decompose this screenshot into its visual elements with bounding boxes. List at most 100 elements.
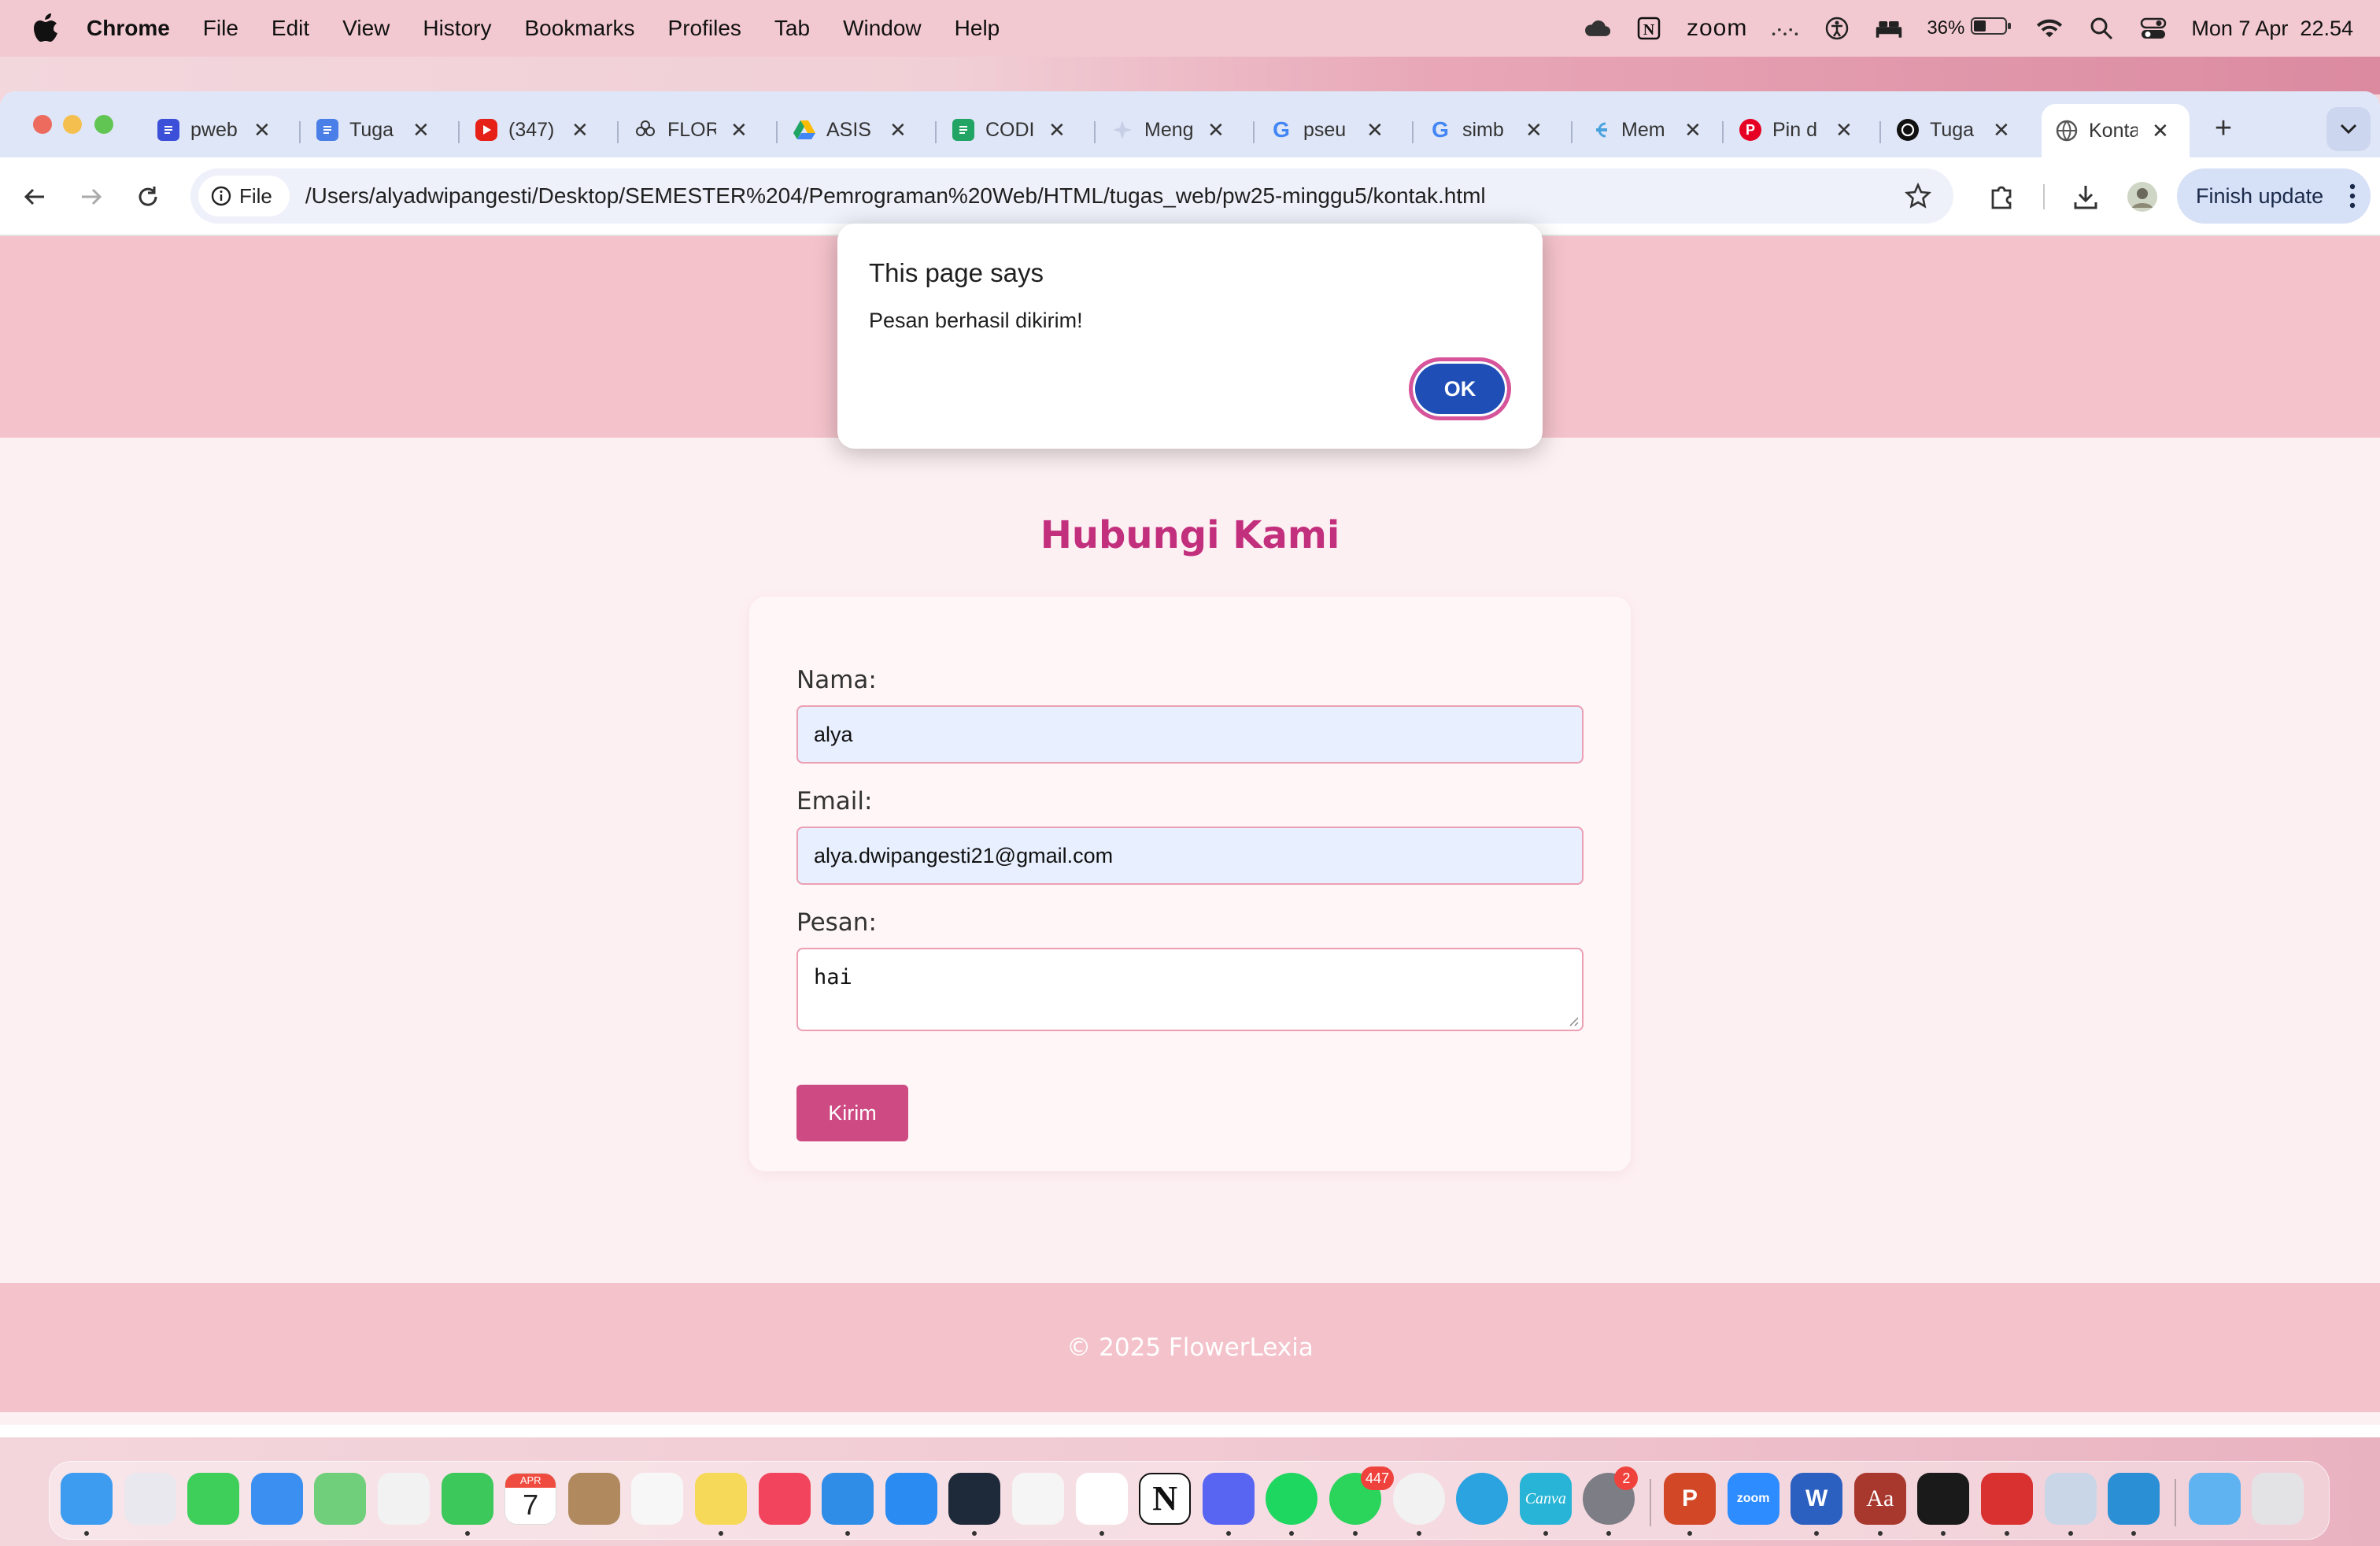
- dock-terminal-icon[interactable]: [1917, 1473, 1970, 1525]
- dock-maps-icon[interactable]: [314, 1473, 367, 1525]
- tab-close-icon[interactable]: ✕: [1835, 118, 1853, 142]
- tab-close-icon[interactable]: ✕: [1207, 118, 1225, 142]
- tab-12[interactable]: Konta ✕: [2042, 104, 2190, 157]
- tab-11[interactable]: Tuga ✕: [1897, 107, 2010, 153]
- bed-icon[interactable]: [1875, 14, 1903, 43]
- url-text[interactable]: /Users/alyadwipangesti/Desktop/SEMESTER%…: [305, 183, 1486, 209]
- dock-music-icon[interactable]: [758, 1473, 811, 1525]
- dots-icon[interactable]: [1771, 14, 1799, 43]
- menu-window[interactable]: Window: [843, 16, 922, 41]
- submit-button[interactable]: Kirim: [796, 1085, 908, 1141]
- apple-icon[interactable]: [30, 13, 61, 44]
- menu-file[interactable]: File: [203, 16, 238, 41]
- tab-8[interactable]: Gsimb ✕: [1429, 107, 1543, 153]
- back-button[interactable]: [17, 179, 52, 214]
- finish-update-button[interactable]: Finish update: [2177, 168, 2371, 224]
- tab-1[interactable]: Tuga ✕: [316, 107, 430, 153]
- profile-avatar[interactable]: [2127, 181, 2158, 213]
- dock-app-store-icon[interactable]: [885, 1473, 937, 1525]
- menu-edit[interactable]: Edit: [272, 16, 309, 41]
- dock-chrome-icon[interactable]: [1392, 1473, 1445, 1525]
- dialog-ok-button[interactable]: OK: [1409, 357, 1511, 420]
- tab-4[interactable]: ASIS ✕: [793, 107, 907, 153]
- tab-close-icon[interactable]: ✕: [1525, 118, 1543, 142]
- dock-vscode-icon[interactable]: [2108, 1473, 2160, 1525]
- menu-app-chrome[interactable]: Chrome: [87, 16, 170, 41]
- tab-2[interactable]: (347) ✕: [475, 107, 589, 153]
- bookmark-star-icon[interactable]: [1905, 182, 1931, 209]
- dock-telegram-icon[interactable]: [1456, 1473, 1509, 1525]
- menu-bookmarks[interactable]: Bookmarks: [524, 16, 634, 41]
- dock-preview-icon[interactable]: [2044, 1473, 2097, 1525]
- minimize-window-button[interactable]: [63, 115, 82, 134]
- dock-calendar-icon[interactable]: APR 7: [504, 1473, 557, 1525]
- dock-contacts-icon[interactable]: [567, 1473, 620, 1525]
- wifi-icon[interactable]: [2035, 14, 2064, 43]
- tab-6[interactable]: Meng ✕: [1111, 107, 1225, 153]
- dock-dictionary-icon[interactable]: Aa: [1853, 1473, 1906, 1525]
- site-info-chip[interactable]: File: [198, 176, 290, 216]
- name-input[interactable]: alya: [796, 705, 1584, 764]
- dock-reminders-icon[interactable]: [631, 1473, 684, 1525]
- tab-close-icon[interactable]: ✕: [730, 118, 748, 142]
- tab-5[interactable]: CODI ✕: [952, 107, 1066, 153]
- dock-photos-icon[interactable]: [378, 1473, 430, 1525]
- dock-canva-icon[interactable]: Canva: [1519, 1473, 1572, 1525]
- dock-blender-icon[interactable]: [1012, 1473, 1064, 1525]
- tab-close-icon[interactable]: ✕: [1684, 118, 1702, 142]
- dock-photo-booth-icon[interactable]: [1981, 1473, 2033, 1525]
- dock-word-icon[interactable]: W: [1791, 1473, 1843, 1525]
- address-bar[interactable]: File /Users/alyadwipangesti/Desktop/SEME…: [190, 168, 1953, 224]
- tab-9[interactable]: Mem ✕: [1588, 107, 1702, 153]
- dock-launchpad-icon[interactable]: [124, 1473, 176, 1525]
- menu-help[interactable]: Help: [955, 16, 1000, 41]
- dock-powerpoint-icon[interactable]: P: [1664, 1473, 1716, 1525]
- dock-capcut-icon[interactable]: [1075, 1473, 1128, 1525]
- zoom-menu-label[interactable]: zoom: [1687, 15, 1747, 42]
- tab-3[interactable]: FLOR ✕: [634, 107, 748, 153]
- datetime[interactable]: Mon 7 Apr 22.54: [2191, 17, 2353, 41]
- dock-messages-icon[interactable]: [187, 1473, 240, 1525]
- tab-close-icon[interactable]: ✕: [253, 118, 271, 142]
- extensions-icon[interactable]: [1986, 181, 2018, 213]
- tab-close-icon[interactable]: ✕: [571, 118, 589, 142]
- dock-finder-icon[interactable]: [61, 1473, 113, 1525]
- downloads-icon[interactable]: [2070, 181, 2101, 213]
- accessibility-icon[interactable]: [1823, 14, 1851, 43]
- menu-history[interactable]: History: [423, 16, 491, 41]
- tab-0[interactable]: pweb ✕: [157, 107, 271, 153]
- tab-close-icon[interactable]: ✕: [412, 118, 430, 142]
- tab-close-icon[interactable]: ✕: [1048, 118, 1066, 142]
- email-input[interactable]: alya.dwipangesti21@gmail.com: [796, 827, 1584, 885]
- close-window-button[interactable]: [33, 115, 52, 134]
- message-textarea[interactable]: hai: [796, 948, 1584, 1031]
- dock-applications-folder-icon[interactable]: [2188, 1473, 2241, 1525]
- cloud-icon[interactable]: [1583, 14, 1611, 43]
- tab-search-button[interactable]: [2326, 107, 2371, 151]
- menu-tab[interactable]: Tab: [774, 16, 810, 41]
- dock-mail-icon[interactable]: [250, 1473, 303, 1525]
- spotlight-search-icon[interactable]: [2087, 14, 2116, 43]
- dock-keynote-icon[interactable]: [822, 1473, 874, 1525]
- dock-notion-icon[interactable]: N: [1139, 1473, 1192, 1525]
- battery-icon[interactable]: [1971, 16, 2012, 42]
- menu-view[interactable]: View: [342, 16, 390, 41]
- tab-close-icon[interactable]: ✕: [1366, 118, 1384, 142]
- dock-facetime-icon[interactable]: [441, 1473, 493, 1525]
- tab-close-icon[interactable]: ✕: [1993, 118, 2010, 142]
- dock-trash-icon[interactable]: [2252, 1473, 2304, 1525]
- tab-7[interactable]: Gpseu ✕: [1270, 107, 1384, 153]
- control-center-icon[interactable]: [2139, 14, 2168, 43]
- dock-notes-icon[interactable]: [695, 1473, 747, 1525]
- dock-zoom-icon[interactable]: zoom: [1727, 1473, 1779, 1525]
- notion-icon[interactable]: N: [1635, 14, 1663, 43]
- dock-discord-icon[interactable]: [1202, 1473, 1255, 1525]
- tab-10[interactable]: P Pin d ✕: [1739, 107, 1853, 153]
- resize-handle-icon[interactable]: [1566, 1014, 1579, 1026]
- forward-button[interactable]: [74, 179, 109, 214]
- dock-cursor-icon[interactable]: [948, 1473, 1001, 1525]
- tab-close-icon[interactable]: ✕: [2152, 119, 2169, 143]
- menu-profiles[interactable]: Profiles: [668, 16, 741, 41]
- new-tab-button[interactable]: +: [2204, 109, 2243, 148]
- dock-spotify-icon[interactable]: [1266, 1473, 1318, 1525]
